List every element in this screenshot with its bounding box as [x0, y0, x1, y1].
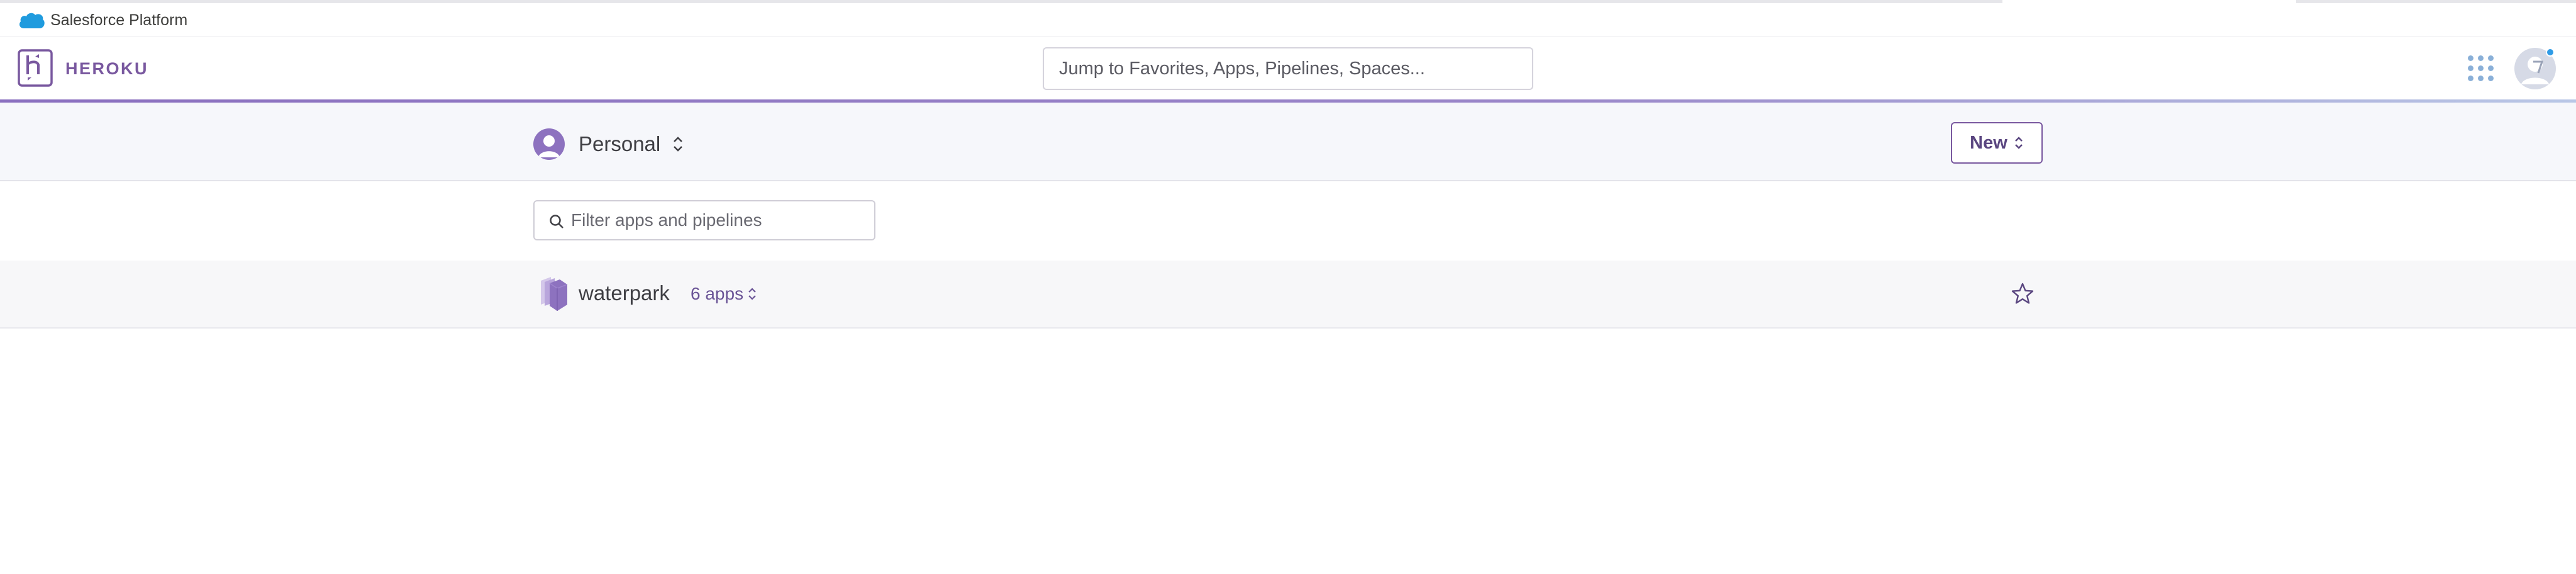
pipeline-icon — [541, 277, 568, 311]
star-icon[interactable] — [2010, 281, 2035, 307]
apps-count-toggle[interactable]: 6 apps — [691, 283, 757, 305]
pipeline-name-link[interactable]: waterpark — [579, 281, 670, 306]
filter-box[interactable] — [533, 200, 875, 240]
pipeline-row[interactable] — [0, 261, 2576, 329]
loading-track — [0, 0, 2002, 3]
heroku-brand-text[interactable]: HEROKU — [65, 59, 148, 79]
apps-count-label: 6 apps — [691, 284, 744, 303]
search-icon — [550, 215, 564, 228]
loading-track-end — [2296, 0, 2576, 3]
heroku-logo-icon[interactable] — [18, 49, 53, 87]
context-switcher-bar — [0, 103, 2576, 181]
salesforce-platform-bar: Salesforce Platform — [0, 0, 2576, 37]
user-avatar-button[interactable] — [2514, 48, 2556, 89]
jump-to-search-input[interactable] — [1043, 47, 1533, 90]
chevron-up-down-icon — [748, 288, 756, 300]
apps-grid-icon[interactable] — [2468, 55, 2494, 82]
chevron-up-down-icon — [2014, 137, 2023, 149]
personal-avatar-icon — [533, 128, 565, 160]
team-switcher[interactable]: Personal — [533, 128, 684, 160]
salesforce-platform-label: Salesforce Platform — [50, 11, 188, 29]
new-button[interactable]: New — [1951, 122, 2043, 164]
filter-input[interactable] — [571, 201, 867, 239]
team-switcher-label: Personal — [579, 132, 661, 155]
new-button-label: New — [1970, 133, 2007, 153]
salesforce-cloud-icon — [19, 13, 45, 28]
notification-dot — [2546, 48, 2555, 57]
chevron-up-down-icon — [674, 137, 683, 152]
